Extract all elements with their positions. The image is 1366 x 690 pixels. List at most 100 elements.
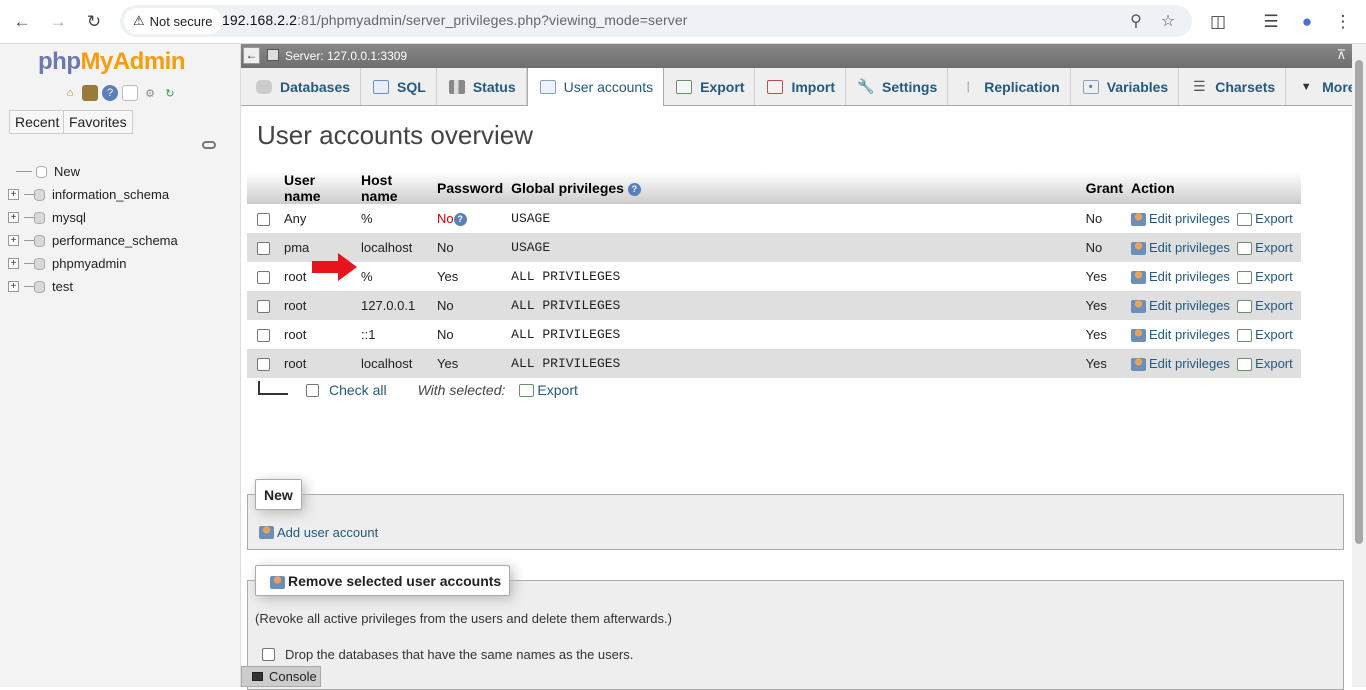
tab-variables[interactable]: • Variables xyxy=(1071,68,1180,105)
tree-item-information-schema[interactable]: + information_schema xyxy=(8,183,178,206)
key-icon[interactable]: ⚲ xyxy=(1126,11,1146,31)
row-checkbox[interactable] xyxy=(257,271,270,285)
tree-item-mysql[interactable]: + mysql xyxy=(8,206,178,229)
password-status: No xyxy=(433,320,508,349)
grant-value: Yes xyxy=(1081,291,1127,320)
global-privileges: ALL PRIVILEGES xyxy=(507,291,1082,320)
menu-icon[interactable]: ⋮ xyxy=(1331,10,1355,34)
expand-icon[interactable]: + xyxy=(8,258,19,269)
status-icon xyxy=(448,79,465,94)
url-text[interactable]: 192.168.2.2:81/phpmyadmin/server_privile… xyxy=(222,12,687,28)
tab-export[interactable]: Export xyxy=(664,68,756,105)
recent-button[interactable]: Recent xyxy=(9,110,66,134)
col-user-name[interactable]: User name xyxy=(280,172,357,204)
collapse-sidebar-button[interactable]: ← xyxy=(243,47,260,64)
forward-icon[interactable]: → xyxy=(46,10,70,34)
edit-privileges-link[interactable]: Edit privileges xyxy=(1149,240,1230,255)
host-name: ::1 xyxy=(357,320,433,349)
edit-privileges-link[interactable]: Edit privileges xyxy=(1149,356,1230,371)
star-icon[interactable]: ☆ xyxy=(1158,11,1178,31)
tab-settings[interactable]: 🔧 Settings xyxy=(846,68,949,105)
address-bar[interactable]: ⚠ Not secure 192.168.2.2:81/phpmyadmin/s… xyxy=(120,5,1192,37)
database-icon xyxy=(256,79,272,94)
password-status: No xyxy=(433,233,508,262)
drop-databases-label[interactable]: Drop the databases that have the same na… xyxy=(285,647,633,662)
host-name: localhost xyxy=(357,233,433,262)
tree-item-test[interactable]: + test xyxy=(8,275,178,298)
refresh-icon[interactable]: ↻ xyxy=(162,85,178,101)
grant-value: Yes xyxy=(1081,262,1127,291)
edit-privileges-link[interactable]: Edit privileges xyxy=(1149,211,1230,226)
tab-charsets[interactable]: ☰ Charsets xyxy=(1179,68,1287,105)
row-checkbox[interactable] xyxy=(257,213,270,227)
tab-databases[interactable]: Databases xyxy=(244,68,362,105)
help-icon[interactable]: ? xyxy=(627,182,641,196)
edit-privileges-link[interactable]: Edit privileges xyxy=(1149,269,1230,284)
collapse-top-icon[interactable]: ⊼ xyxy=(1336,47,1346,63)
help-icon[interactable]: ? xyxy=(453,213,467,227)
row-checkbox[interactable] xyxy=(257,242,270,256)
help-icon[interactable]: ? xyxy=(102,85,118,101)
col-host-name[interactable]: Host name xyxy=(357,172,433,204)
check-all-checkbox[interactable] xyxy=(306,383,319,397)
tab-user-accounts[interactable]: User accounts xyxy=(526,68,665,106)
export-icon xyxy=(1237,300,1253,314)
drop-databases-checkbox[interactable] xyxy=(262,648,275,661)
export-link[interactable]: Export xyxy=(1255,240,1293,255)
media-icon[interactable]: ☰ xyxy=(1259,10,1283,34)
tab-replication[interactable]: ❘ Replication xyxy=(948,68,1071,105)
export-link[interactable]: Export xyxy=(1255,327,1293,342)
scrollbar-thumb[interactable] xyxy=(1355,60,1363,544)
table-row: root localhost Yes ALL PRIVILEGES Yes Ed… xyxy=(247,349,1301,378)
home-icon[interactable]: ⌂ xyxy=(62,85,78,101)
server-label[interactable]: Server: 127.0.0.1:3309 xyxy=(285,49,407,63)
export-link[interactable]: Export xyxy=(1255,298,1293,313)
tab-status[interactable]: Status xyxy=(437,68,527,105)
col-global-privileges[interactable]: Global privileges ? xyxy=(507,172,1082,204)
check-all-label[interactable]: Check all xyxy=(329,382,387,398)
edit-privileges-link[interactable]: Edit privileges xyxy=(1149,298,1230,313)
table-row: root ::1 No ALL PRIVILEGES Yes Edit priv… xyxy=(247,320,1301,349)
logout-icon[interactable] xyxy=(82,85,98,101)
extensions-icon[interactable]: ◫ xyxy=(1206,10,1230,34)
col-grant[interactable]: Grant xyxy=(1081,172,1127,204)
docs-icon[interactable] xyxy=(122,85,138,101)
profile-icon[interactable]: ● xyxy=(1295,10,1319,34)
export-selected-button[interactable]: Export xyxy=(537,382,577,398)
global-privileges: ALL PRIVILEGES xyxy=(507,349,1082,378)
row-checkbox[interactable] xyxy=(257,358,270,372)
export-link[interactable]: Export xyxy=(1255,269,1293,284)
expand-icon[interactable]: + xyxy=(8,235,19,246)
col-password[interactable]: Password xyxy=(433,172,508,204)
tree-item-new[interactable]: New xyxy=(8,160,178,183)
link-icon[interactable] xyxy=(202,141,216,149)
arrow-up-icon xyxy=(258,381,288,395)
expand-icon[interactable]: + xyxy=(8,189,19,200)
col-action: Action xyxy=(1127,172,1301,204)
tab-import[interactable]: Import xyxy=(755,68,847,105)
tree-item-performance-schema[interactable]: + performance_schema xyxy=(8,229,178,252)
console-toggle[interactable]: Console xyxy=(241,666,321,687)
row-checkbox[interactable] xyxy=(257,300,270,314)
favorites-button[interactable]: Favorites xyxy=(63,110,133,134)
reload-icon[interactable]: ↻ xyxy=(82,10,106,34)
export-link[interactable]: Export xyxy=(1255,211,1293,226)
server-tabs: Databases SQL Status User accounts Expor… xyxy=(241,68,1366,106)
expand-icon[interactable]: + xyxy=(8,281,19,292)
tree-item-phpmyadmin[interactable]: + phpmyadmin xyxy=(8,252,178,275)
edit-privileges-link[interactable]: Edit privileges xyxy=(1149,327,1230,342)
security-chip[interactable]: ⚠ Not secure xyxy=(124,8,222,34)
database-icon xyxy=(34,280,45,293)
row-checkbox[interactable] xyxy=(257,329,270,343)
tab-sql[interactable]: SQL xyxy=(361,68,437,105)
gear-icon[interactable]: ⚙ xyxy=(142,85,158,101)
server-breadcrumb-bar: ← Server: 127.0.0.1:3309 ⊼ xyxy=(241,44,1352,68)
expand-icon[interactable]: + xyxy=(8,212,19,223)
user-accounts-table: User name Host name Password Global priv… xyxy=(247,172,1301,378)
server-icon xyxy=(267,49,279,61)
back-icon[interactable]: ← xyxy=(10,10,34,34)
scrollbar[interactable] xyxy=(1352,44,1366,687)
export-link[interactable]: Export xyxy=(1255,356,1293,371)
add-user-account-link[interactable]: Add user account xyxy=(277,525,378,540)
phpmyadmin-logo[interactable]: phpMyAdmin xyxy=(38,48,185,76)
